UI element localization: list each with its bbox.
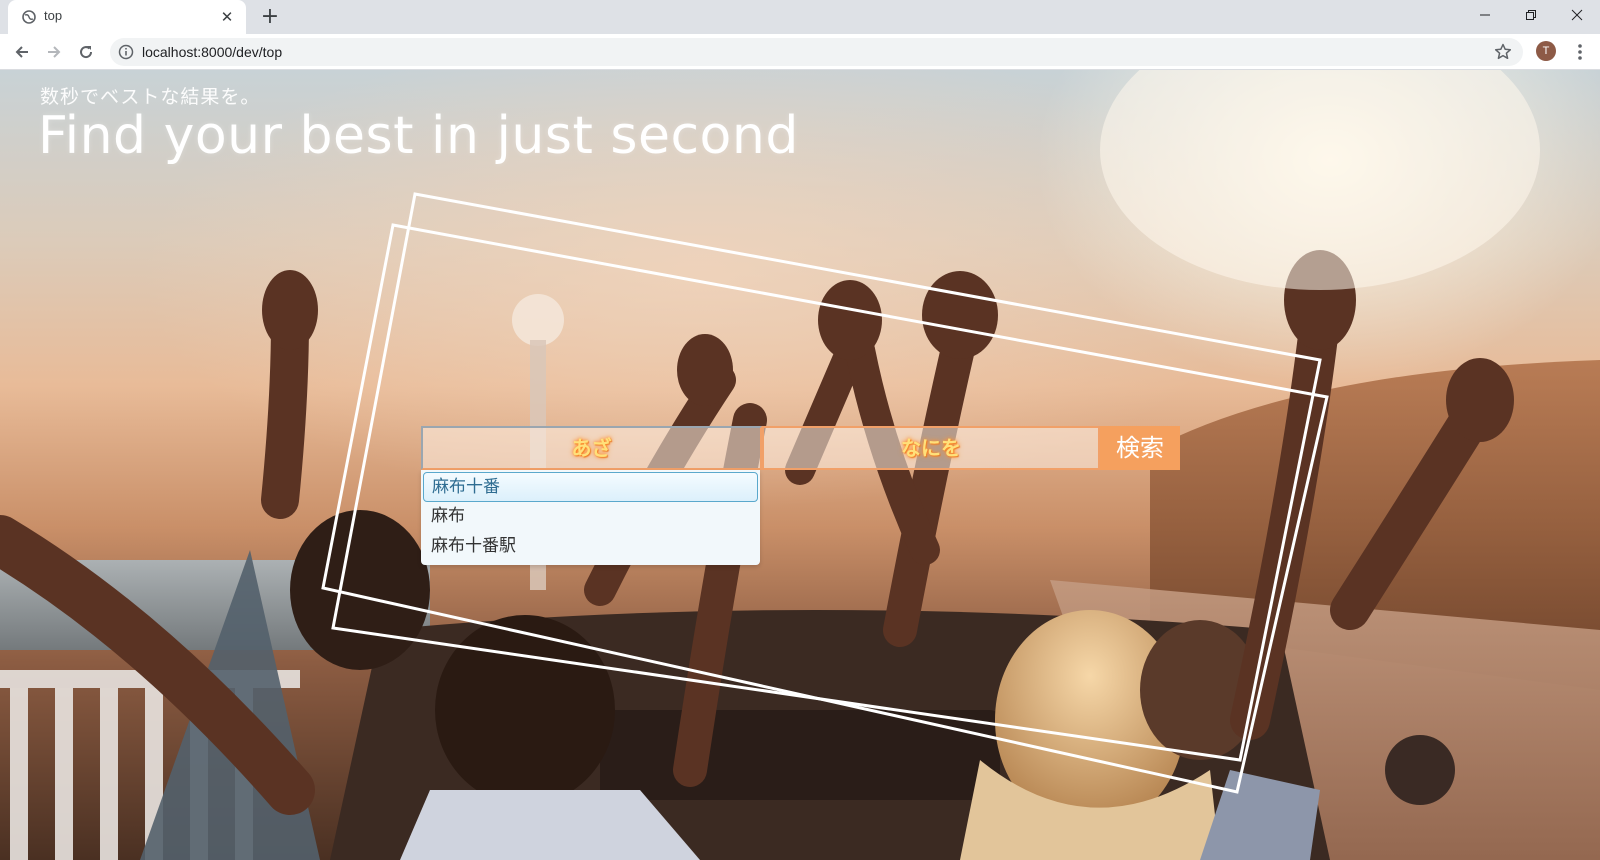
tab-title: top	[44, 8, 63, 23]
hero-page: 数秒でベストな結果を。 Find your best in just secon…	[0, 70, 1600, 860]
close-window-button[interactable]	[1554, 0, 1600, 30]
search-bar: あざ なにを 検索	[421, 426, 1180, 470]
reload-button[interactable]	[74, 40, 98, 64]
profile-avatar[interactable]: T	[1536, 41, 1556, 61]
search-button[interactable]: 検索	[1100, 426, 1180, 470]
browser-toolbar: localhost:8000/dev/top T	[0, 34, 1600, 70]
arrow-right-icon	[48, 46, 61, 58]
minimize-button[interactable]	[1462, 0, 1508, 30]
close-tab-icon[interactable]: ✕	[218, 8, 236, 26]
bookmark-star-icon[interactable]	[1493, 42, 1513, 62]
forward-button[interactable]	[42, 40, 66, 64]
list-item[interactable]: 麻布	[423, 502, 758, 532]
where-label: あざ	[571, 436, 612, 460]
info-icon[interactable]	[118, 44, 134, 60]
browser-chrome: top ✕ + localhost:8000/dev/top T	[0, 0, 1600, 70]
tab-strip: top ✕ +	[0, 0, 1600, 34]
restore-icon	[1526, 10, 1536, 20]
autocomplete-list: 麻布十番 麻布 麻布十番駅	[421, 470, 760, 565]
close-icon	[1571, 9, 1583, 21]
more-menu-icon[interactable]	[1570, 40, 1590, 64]
where-input[interactable]: あざ	[421, 426, 762, 470]
arrow-left-icon	[15, 46, 28, 58]
back-button[interactable]	[10, 40, 34, 64]
what-label: なにを	[901, 436, 961, 460]
list-item[interactable]: 麻布十番駅	[423, 532, 758, 562]
globe-icon	[22, 10, 36, 24]
list-item[interactable]: 麻布十番	[423, 472, 758, 502]
reload-icon	[80, 46, 93, 59]
address-bar[interactable]: localhost:8000/dev/top	[110, 38, 1523, 66]
restore-button[interactable]	[1508, 0, 1554, 30]
browser-tab[interactable]: top ✕	[8, 0, 246, 34]
url-text[interactable]: localhost:8000/dev/top	[142, 44, 282, 60]
what-input[interactable]: なにを	[762, 426, 1100, 470]
minimize-icon	[1480, 14, 1490, 16]
new-tab-button[interactable]: +	[258, 5, 282, 29]
